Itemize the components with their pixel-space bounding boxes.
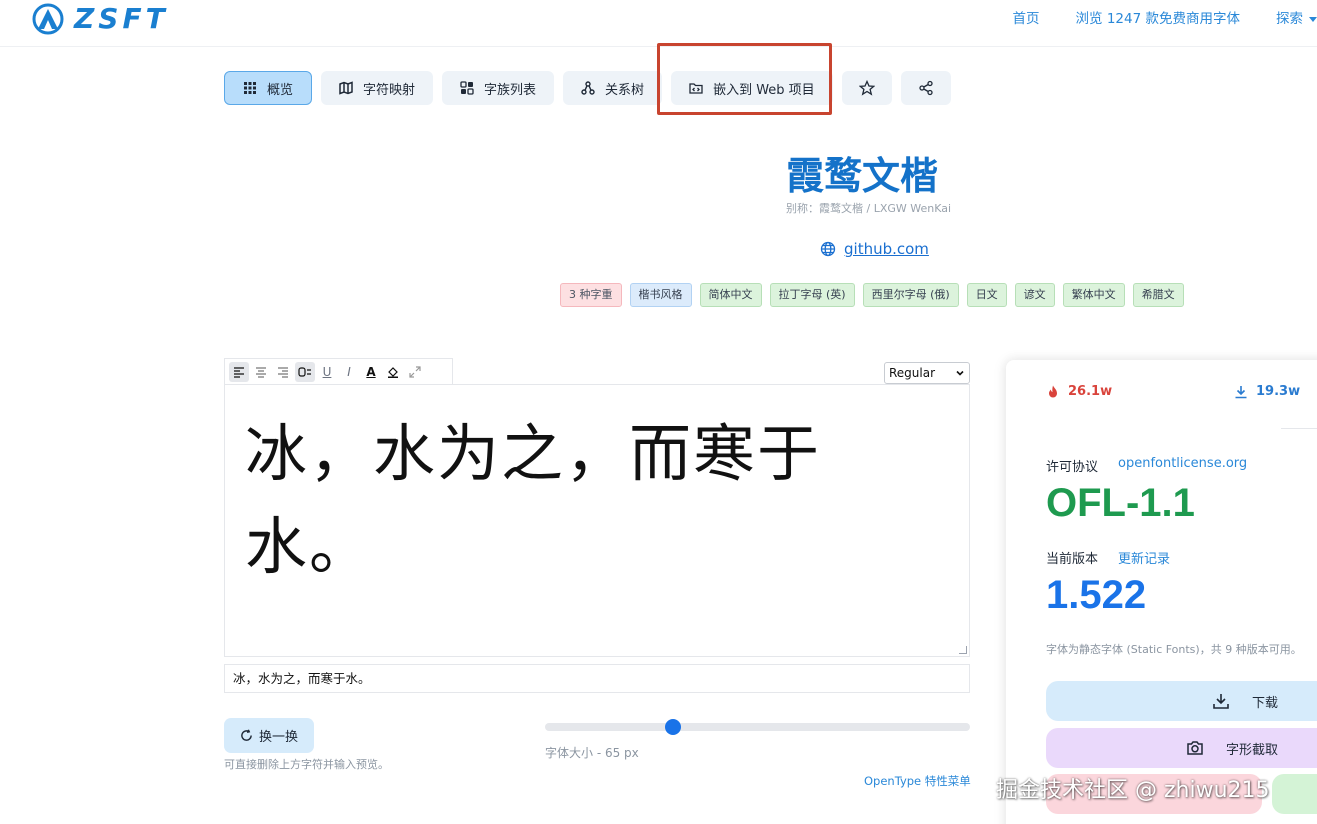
font-size-slider[interactable] [545, 719, 970, 735]
downloads-count: 19.3w [1256, 384, 1301, 399]
homepage-link[interactable]: github.com [820, 240, 929, 258]
favorite-button[interactable] [841, 71, 892, 105]
camera-icon [1187, 741, 1203, 755]
share-button[interactable] [900, 71, 951, 105]
fire-icon [1049, 385, 1057, 397]
version-label: 当前版本 [1046, 552, 1099, 567]
underline-icon[interactable]: U [317, 362, 337, 382]
tag-language[interactable]: 谚文 [1014, 283, 1055, 307]
tag-language[interactable]: 拉丁字母 (英) [769, 283, 855, 307]
fill-color-icon[interactable] [383, 362, 403, 382]
opentype-menu-link[interactable]: OpenType 特性菜单 [864, 773, 971, 789]
align-right-icon[interactable] [273, 362, 293, 382]
share-icon [919, 80, 933, 96]
tab-family-list[interactable]: 字族列表 [442, 71, 555, 105]
tab-embed-web-label: 嵌入到 Web 项目 [713, 82, 815, 98]
grid-icon [244, 82, 256, 94]
chevron-down-icon [956, 370, 964, 376]
download-label: 下载 [1251, 695, 1278, 711]
views-stat: 26.1w [1046, 384, 1112, 399]
glyph-list-icon [460, 81, 474, 95]
nav-browse-link[interactable]: 浏览 1247 款免费商用字体 [1076, 7, 1240, 27]
resize-handle[interactable] [959, 646, 967, 654]
font-toolbar: 概览 字符映射 字族列表 关系树 嵌入到 Web 项目 [224, 71, 960, 105]
italic-icon[interactable]: I [339, 362, 359, 382]
static-fonts-note: 字体为静态字体 (Static Fonts)，共 9 种版本可用。 [1046, 643, 1302, 656]
panel-divider [1281, 428, 1317, 429]
downloads-stat: 19.3w [1234, 384, 1300, 399]
download-icon [1235, 385, 1247, 398]
font-title: 霞鹜文楷 [786, 154, 939, 198]
tag-language[interactable]: 简体中文 [699, 283, 762, 307]
preview-text-input[interactable]: 冰，水为之，而寒于水。 [224, 664, 970, 693]
star-icon [858, 80, 875, 96]
opentype-link-text: 特性菜单 [924, 774, 971, 788]
homepage-text: github.com [844, 240, 929, 258]
expand-icon[interactable] [405, 362, 425, 382]
shuffle-button[interactable]: 换一换 [224, 718, 314, 753]
tab-family-list-label: 字族列表 [484, 82, 537, 98]
preview-hint: 可直接删除上方字符并输入预览。 [224, 758, 389, 771]
preview-area[interactable]: 冰，水为之，而寒于水。 [224, 384, 970, 657]
folder-code-icon [689, 83, 703, 94]
top-header: ZSFT 首页 浏览 1247 款免费商用字体 探索 [0, 0, 1317, 47]
map-icon [339, 81, 353, 95]
capture-label: 字形截取 [1225, 742, 1278, 758]
text-wrap-icon[interactable] [295, 361, 315, 382]
slider-thumb[interactable] [664, 719, 681, 735]
tag-language[interactable]: 希腊文 [1132, 283, 1184, 307]
tag-style[interactable]: 楷书风格 [629, 283, 692, 307]
download-button[interactable]: 下载 [1046, 681, 1317, 721]
nav-explore-label: 探索 [1276, 11, 1303, 27]
opentype-prefix: OpenType [864, 774, 922, 788]
align-center-icon[interactable] [251, 362, 271, 382]
refresh-icon [241, 729, 252, 741]
weight-select-value: Regular [889, 366, 936, 380]
license-value: OFL-1.1 [1046, 481, 1195, 525]
text-color-icon[interactable]: A [361, 362, 381, 382]
nav-home-link[interactable]: 首页 [1013, 7, 1040, 27]
globe-icon [820, 241, 836, 257]
changelog-link[interactable]: 更新记录 [1118, 548, 1170, 567]
top-nav: 首页 浏览 1247 款免费商用字体 探索 [977, 0, 1317, 34]
views-count: 26.1w [1068, 384, 1113, 399]
font-alias: 别称：霞鹜文楷 / LXGW WenKai [786, 202, 952, 215]
tab-relation-tree-label: 关系树 [605, 82, 645, 98]
tag-weights[interactable]: 3 种字重 [560, 283, 622, 307]
preview-text[interactable]: 冰，水为之，而寒于水。 [245, 407, 885, 593]
shuffle-label: 换一换 [258, 730, 298, 745]
nav-explore-dropdown[interactable]: 探索 [1276, 7, 1317, 27]
site-logo[interactable]: ZSFT [30, 3, 169, 35]
glyph-capture-button[interactable]: 字形截取 [1046, 728, 1317, 768]
font-size-label: 字体大小 - 65 px [545, 746, 639, 760]
tab-char-map[interactable]: 字符映射 [321, 71, 434, 105]
logo-icon [32, 3, 64, 35]
tab-char-map-label: 字符映射 [363, 82, 416, 98]
align-left-icon[interactable] [229, 361, 249, 382]
font-info-panel: 26.1w 19.3w 许可协议 openfontlicense.org OFL… [1006, 360, 1317, 824]
editor-toolbar: U I A [224, 358, 453, 384]
caret-down-icon [1309, 16, 1317, 22]
extra-action-button-2[interactable] [1272, 774, 1317, 814]
weight-select[interactable]: Regular [884, 362, 970, 384]
tag-language[interactable]: 日文 [966, 283, 1007, 307]
download-icon [1213, 694, 1229, 709]
watermark-text: 掘金技术社区 @ zhiwu215 [996, 778, 1270, 803]
version-value: 1.522 [1046, 573, 1147, 617]
license-link[interactable]: openfontlicense.org [1118, 456, 1247, 471]
tag-language[interactable]: 繁体中文 [1062, 283, 1125, 307]
tab-overview-label: 概览 [267, 82, 294, 98]
font-tags: 3 种字重 楷书风格 简体中文 拉丁字母 (英) 西里尔字母 (俄) 日文 谚文… [560, 283, 1192, 307]
license-label: 许可协议 [1046, 460, 1099, 475]
tab-relation-tree[interactable]: 关系树 [563, 71, 663, 105]
tab-overview[interactable]: 概览 [224, 71, 313, 105]
tree-icon [581, 81, 595, 95]
tab-embed-web[interactable]: 嵌入到 Web 项目 [671, 71, 833, 105]
brand-name: ZSFT [74, 2, 169, 35]
tag-language[interactable]: 西里尔字母 (俄) [862, 283, 959, 307]
